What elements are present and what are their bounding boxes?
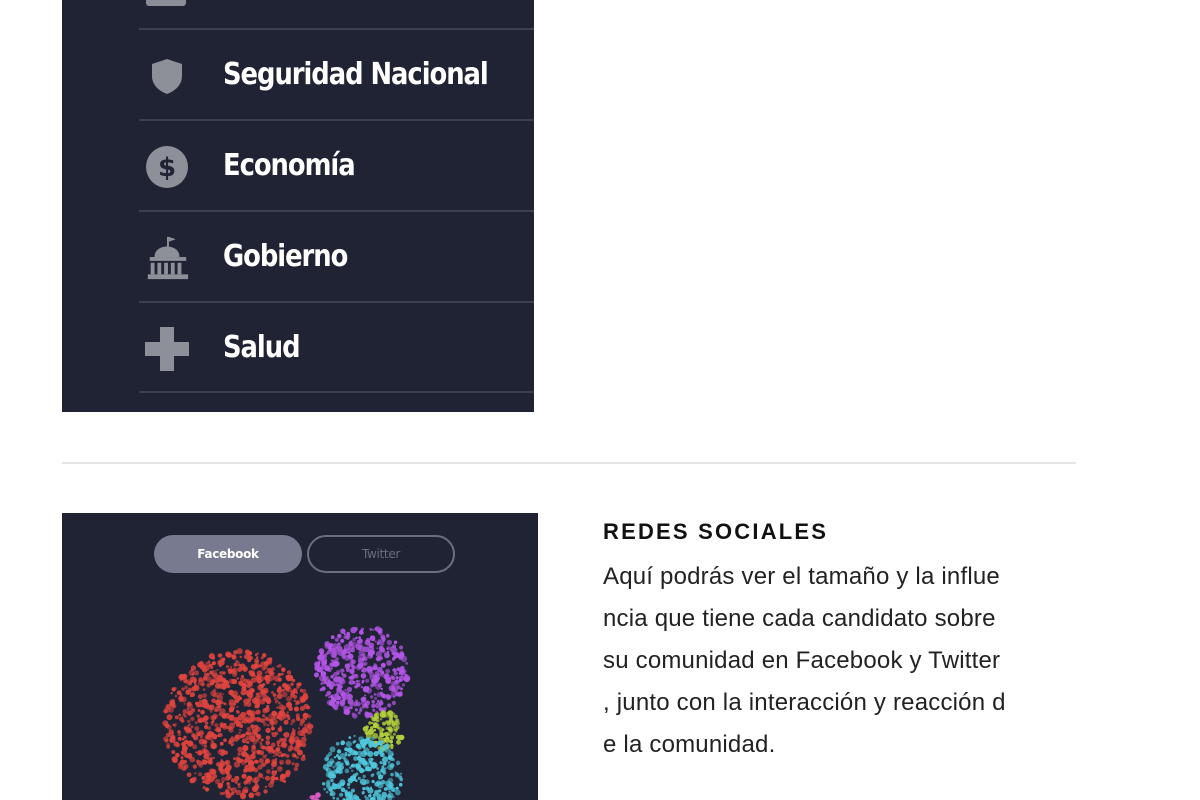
tab-twitter[interactable]: Twitter — [307, 535, 455, 573]
menu-divider — [139, 391, 534, 393]
community-cluster — [162, 648, 314, 800]
menu-item-label: Seguridad Nacional — [223, 57, 489, 92]
svg-text:$: $ — [158, 153, 176, 183]
section-title: REDES SOCIALES — [603, 519, 829, 544]
social-network-preview: Facebook Twitter — [62, 513, 538, 800]
menu-item-salud[interactable]: Salud — [139, 301, 534, 393]
description-line: e la comunidad. — [603, 731, 776, 758]
section-description: Aquí podrás ver el tamaño y la influe nc… — [603, 556, 1083, 766]
dollar-coin-icon: $ — [143, 143, 191, 191]
community-cluster — [306, 792, 321, 800]
description-line: , junto con la interacción y reacción d — [603, 689, 1006, 716]
tab-facebook[interactable]: Facebook — [154, 535, 302, 573]
menu-item-gobierno[interactable]: Gobierno — [139, 210, 534, 302]
description-line: ncia que tiene cada candidato sobre — [603, 605, 996, 632]
topics-menu-panel: Seguridad Nacional $ Economía Gobierno S… — [62, 0, 534, 412]
menu-item-label: Gobierno — [223, 239, 348, 274]
community-cluster — [313, 626, 411, 719]
previous-item-icon-fragment — [146, 0, 186, 6]
description-line: su comunidad en Facebook y Twitter — [603, 647, 1001, 674]
menu-item-label: Salud — [223, 330, 301, 365]
shield-icon — [143, 52, 191, 100]
menu-item-label: Economía — [223, 148, 356, 183]
government-building-icon — [143, 234, 191, 282]
health-cross-icon — [143, 325, 191, 373]
section-divider — [62, 462, 1076, 464]
description-line: Aquí podrás ver el tamaño y la influe — [603, 563, 1000, 590]
menu-item-economia[interactable]: $ Economía — [139, 119, 534, 211]
menu-item-seguridad-nacional[interactable]: Seguridad Nacional — [139, 28, 534, 120]
